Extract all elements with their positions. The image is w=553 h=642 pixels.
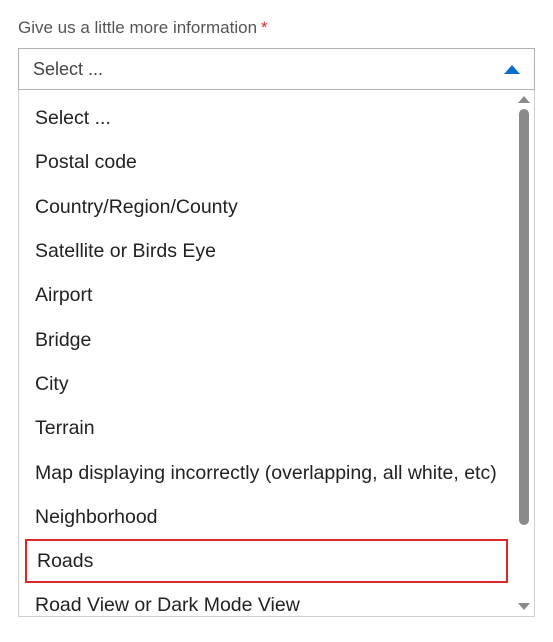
select-dropdown[interactable]: Select ...: [18, 48, 535, 90]
dropdown-option[interactable]: Bridge: [19, 318, 514, 362]
required-indicator: *: [261, 18, 268, 38]
dropdown-option[interactable]: Neighborhood: [19, 495, 514, 539]
dropdown-option[interactable]: Country/Region/County: [19, 185, 514, 229]
scroll-thumb[interactable]: [519, 109, 529, 525]
field-label-text: Give us a little more information: [18, 18, 257, 38]
chevron-up-icon: [504, 65, 520, 74]
dropdown-panel: Select ...Postal codeCountry/Region/Coun…: [18, 90, 535, 617]
field-label: Give us a little more information *: [18, 18, 535, 38]
scroll-up-arrow-icon[interactable]: [518, 96, 530, 103]
dropdown-option[interactable]: Roads: [25, 539, 508, 583]
select-value: Select ...: [33, 59, 103, 80]
dropdown-option[interactable]: Select ...: [19, 96, 514, 140]
scroll-down-arrow-icon[interactable]: [518, 603, 530, 610]
dropdown-option[interactable]: Terrain: [19, 406, 514, 450]
dropdown-option[interactable]: Satellite or Birds Eye: [19, 229, 514, 273]
dropdown-option[interactable]: Road View or Dark Mode View: [19, 583, 514, 616]
dropdown-option[interactable]: Airport: [19, 273, 514, 317]
dropdown-option[interactable]: City: [19, 362, 514, 406]
scrollbar[interactable]: [514, 90, 534, 616]
dropdown-option[interactable]: Map displaying incorrectly (overlapping,…: [19, 451, 514, 495]
options-list: Select ...Postal codeCountry/Region/Coun…: [19, 90, 514, 616]
dropdown-option[interactable]: Postal code: [19, 140, 514, 184]
